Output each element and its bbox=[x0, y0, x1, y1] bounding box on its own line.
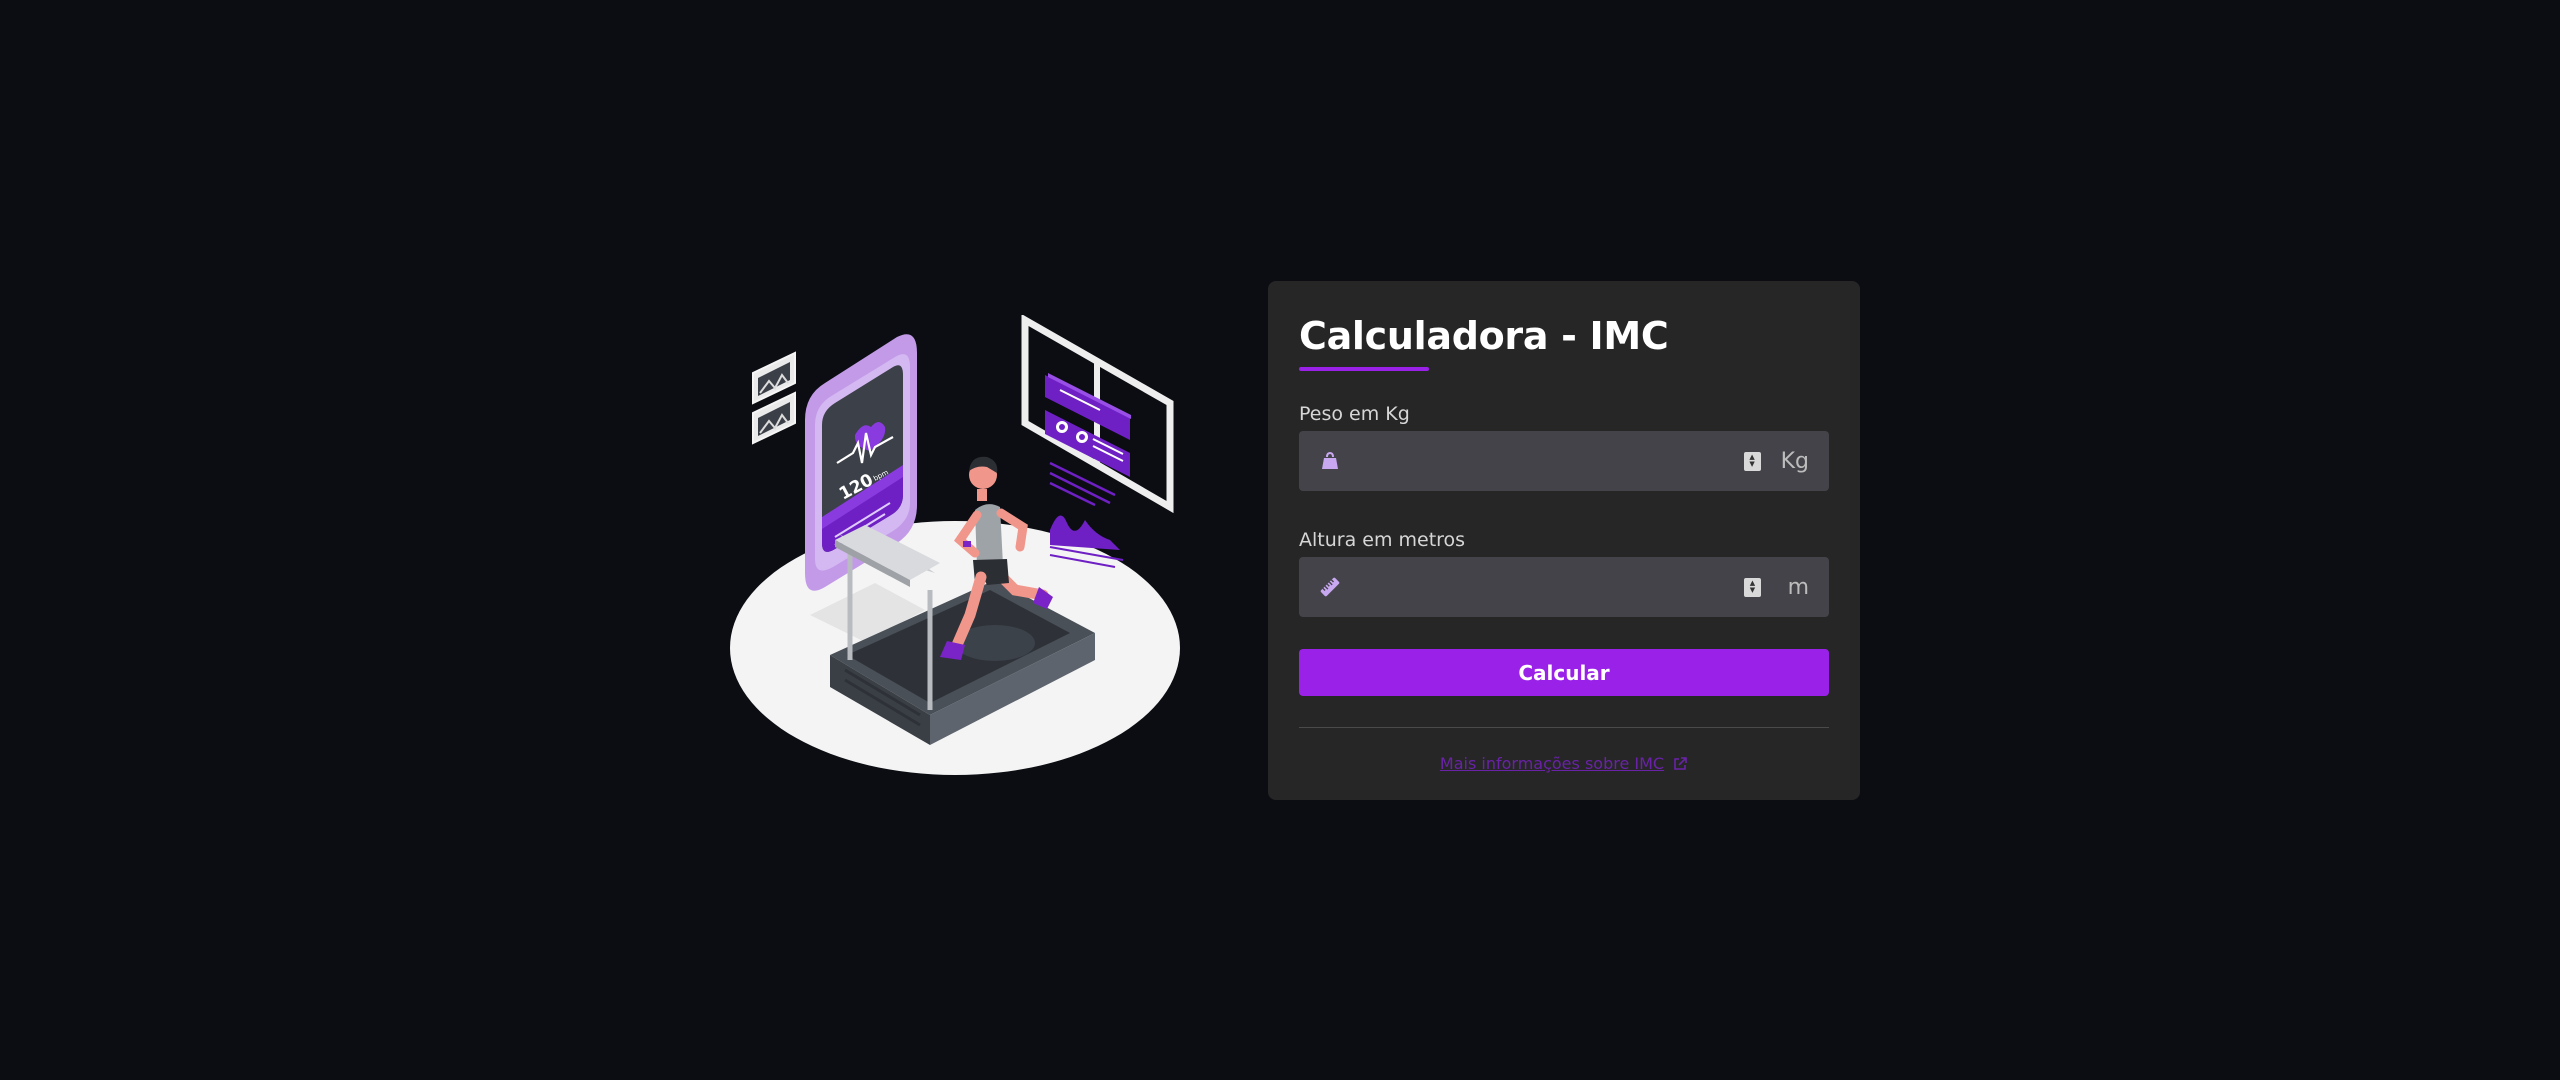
picture-frames-icon bbox=[752, 351, 796, 445]
height-unit: m bbox=[1787, 574, 1809, 600]
more-info-link-label: Mais informações sobre IMC bbox=[1439, 754, 1665, 773]
weight-unit: Kg bbox=[1780, 448, 1809, 474]
page-title: Calculadora - IMC bbox=[1299, 314, 1669, 358]
more-info-link[interactable]: Mais informações sobre IMC bbox=[1299, 754, 1829, 773]
fitness-illustration: 120 bpm bbox=[730, 315, 1180, 775]
stats-cards bbox=[1045, 373, 1131, 568]
weight-spinner[interactable]: ▲ ▼ bbox=[1743, 451, 1761, 471]
height-label: Altura em metros bbox=[1299, 529, 1466, 551]
title-underline bbox=[1299, 367, 1429, 371]
height-input[interactable] bbox=[1341, 557, 1744, 617]
calculate-button[interactable]: Calcular bbox=[1299, 649, 1829, 696]
height-input-group: ▲ ▼ m bbox=[1299, 557, 1829, 617]
external-link-icon bbox=[1674, 756, 1687, 770]
weight-label: Peso em Kg bbox=[1299, 403, 1410, 425]
ruler-icon bbox=[1319, 576, 1341, 598]
height-spinner[interactable]: ▲ ▼ bbox=[1744, 577, 1761, 597]
imc-calculator-card: Calculadora - IMC Peso em Kg ▲ ▼ Kg Altur… bbox=[1268, 281, 1860, 800]
weight-input[interactable] bbox=[1341, 431, 1744, 491]
weight-input-group: ▲ ▼ Kg bbox=[1299, 431, 1829, 491]
divider bbox=[1299, 727, 1829, 728]
weight-icon bbox=[1319, 450, 1341, 472]
